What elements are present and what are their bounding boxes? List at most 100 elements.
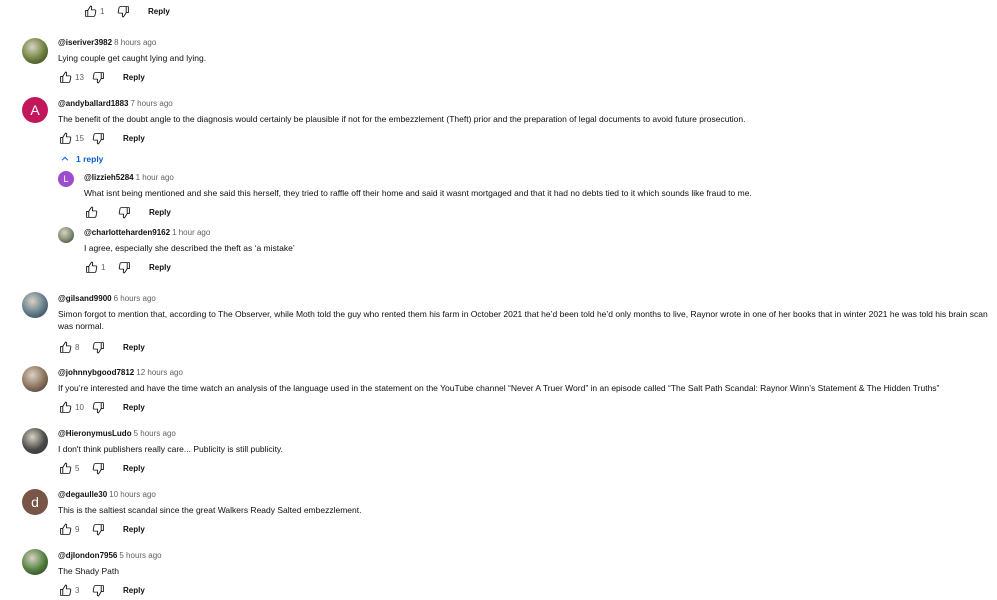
dislike-button[interactable] — [117, 205, 131, 219]
comment-author[interactable]: @iseriver3982 — [58, 38, 112, 47]
like-count: 13 — [75, 72, 84, 82]
avatar-image[interactable] — [22, 428, 48, 454]
thumbs-up-icon — [59, 132, 71, 144]
like-count: 1 — [101, 262, 106, 272]
comment-header: @degaulle30 10 hours ago — [58, 490, 156, 500]
reply-button[interactable]: Reply — [149, 263, 171, 272]
like-button[interactable] — [84, 205, 98, 219]
avatar-image[interactable] — [22, 292, 48, 318]
dislike-button[interactable] — [91, 400, 105, 414]
like-button[interactable] — [58, 340, 72, 354]
like-button[interactable] — [58, 70, 72, 84]
avatar-image[interactable] — [58, 227, 74, 243]
dislike-button[interactable] — [91, 461, 105, 475]
comment-author[interactable]: @gilsand9900 — [58, 294, 112, 303]
thumbs-down-icon — [118, 206, 130, 218]
comment-timestamp[interactable]: 5 hours ago — [119, 551, 161, 560]
dislike-button[interactable] — [91, 131, 105, 145]
thumbs-up-icon — [59, 523, 71, 535]
like-count: 15 — [75, 133, 84, 143]
comment-author[interactable]: @lizzieh5284 — [84, 173, 134, 182]
reply-button[interactable]: Reply — [148, 7, 170, 16]
comment-author[interactable]: @HieronymusLudo — [58, 429, 132, 438]
comment-timestamp[interactable]: 6 hours ago — [114, 294, 156, 303]
dislike-button[interactable] — [117, 260, 131, 274]
reply-button[interactable]: Reply — [123, 586, 145, 595]
comment-actions: Reply — [84, 205, 171, 219]
comment-header: @HieronymusLudo 5 hours ago — [58, 429, 176, 439]
comment-author[interactable]: @degaulle30 — [58, 490, 107, 499]
comment-header: @djlondon7956 5 hours ago — [58, 551, 162, 561]
comment-header: @johnnybgood7812 12 hours ago — [58, 368, 183, 378]
comment-author[interactable]: @johnnybgood7812 — [58, 368, 134, 377]
comment-timestamp[interactable]: 10 hours ago — [109, 490, 156, 499]
dislike-button[interactable] — [91, 340, 105, 354]
thumbs-down-icon — [92, 523, 104, 535]
thumbs-down-icon — [117, 5, 129, 17]
dislike-button[interactable] — [91, 70, 105, 84]
like-button[interactable] — [58, 131, 72, 145]
thumbs-down-icon — [92, 584, 104, 596]
like-count: 3 — [75, 585, 80, 595]
thumbs-up-icon — [59, 584, 71, 596]
replies-toggle-label: 1 reply — [76, 154, 104, 164]
like-count: 1 — [100, 6, 105, 16]
thumbs-up-icon — [59, 71, 71, 83]
thumbs-up-icon — [59, 341, 71, 353]
comment-header: @charlotteharden9162 1 hour ago — [84, 228, 210, 238]
comment-header: @lizzieh5284 1 hour ago — [84, 173, 174, 183]
avatar-image[interactable] — [22, 366, 48, 392]
comment-timestamp[interactable]: 1 hour ago — [136, 173, 174, 182]
like-button[interactable] — [83, 4, 97, 18]
comment-header: @andyballard1883 7 hours ago — [58, 99, 173, 109]
replies-toggle[interactable]: 1 reply — [60, 154, 103, 164]
comment-actions: 10 Reply — [58, 400, 145, 414]
like-button[interactable] — [58, 583, 72, 597]
comment-text: What isnt being mentioned and she said t… — [84, 188, 752, 198]
comment-header: @gilsand9900 6 hours ago — [58, 294, 156, 304]
dislike-button[interactable] — [91, 522, 105, 536]
avatar[interactable]: d — [22, 489, 48, 515]
avatar[interactable]: A — [22, 97, 48, 123]
comment-timestamp[interactable]: 7 hours ago — [131, 99, 173, 108]
comment-timestamp[interactable]: 8 hours ago — [114, 38, 156, 47]
reply-button[interactable]: Reply — [123, 525, 145, 534]
reply-button[interactable]: Reply — [123, 403, 145, 412]
comment-actions: 5 Reply — [58, 461, 145, 475]
comment-actions: 3 Reply — [58, 583, 145, 597]
dislike-button[interactable] — [91, 583, 105, 597]
reply-button[interactable]: Reply — [123, 464, 145, 473]
like-button[interactable] — [58, 461, 72, 475]
comment-timestamp[interactable]: 5 hours ago — [134, 429, 176, 438]
reply-button[interactable]: Reply — [123, 343, 145, 352]
comment-text: I agree, especially she described the th… — [84, 243, 295, 253]
thumbs-up-icon — [59, 401, 71, 413]
avatar-image[interactable] — [22, 549, 48, 575]
comment-author[interactable]: @djlondon7956 — [58, 551, 117, 560]
like-button[interactable] — [84, 260, 98, 274]
comment-timestamp[interactable]: 12 hours ago — [136, 368, 183, 377]
avatar[interactable]: L — [58, 171, 74, 187]
comment-timestamp[interactable]: 1 hour ago — [172, 228, 210, 237]
comment-actions: 9 Reply — [58, 522, 145, 536]
like-button[interactable] — [58, 522, 72, 536]
thumbs-down-icon — [92, 462, 104, 474]
like-count: 9 — [75, 524, 80, 534]
comment-actions: 8 Reply — [58, 340, 145, 354]
avatar-image[interactable] — [22, 38, 48, 64]
chevron-up-icon — [61, 156, 69, 161]
comment-author[interactable]: @charlotteharden9162 — [84, 228, 170, 237]
comment-author[interactable]: @andyballard1883 — [58, 99, 129, 108]
like-count: 5 — [75, 463, 80, 473]
reply-button[interactable]: Reply — [149, 208, 171, 217]
reply-button[interactable]: Reply — [123, 73, 145, 82]
thumbs-down-icon — [118, 261, 130, 273]
thumbs-down-icon — [92, 401, 104, 413]
dislike-button[interactable] — [116, 4, 130, 18]
reply-button[interactable]: Reply — [123, 134, 145, 143]
comment-actions: 1 Reply — [84, 260, 171, 274]
thumbs-up-icon — [85, 206, 97, 218]
like-button[interactable] — [58, 400, 72, 414]
comment-header: @iseriver3982 8 hours ago — [58, 38, 156, 48]
thumbs-up-icon — [84, 5, 96, 17]
